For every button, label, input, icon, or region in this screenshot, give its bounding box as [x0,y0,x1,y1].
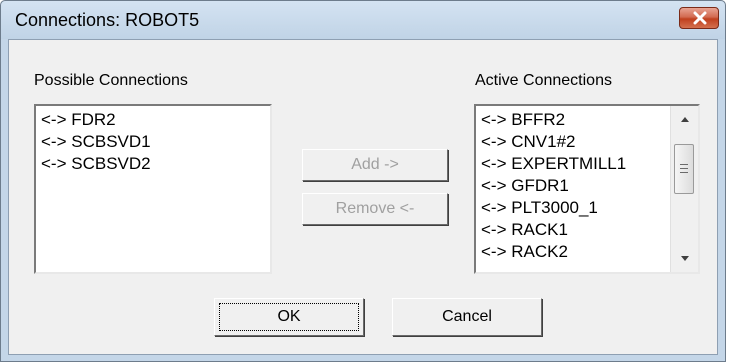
cancel-button[interactable]: Cancel [392,298,542,336]
cancel-button-label: Cancel [442,308,492,325]
possible-connections-list[interactable]: <-> FDR2 <-> SCBSVD1 <-> SCBSVD2 [34,104,272,274]
scroll-up-button[interactable] [671,106,698,132]
scroll-up-icon [680,117,689,122]
window-title: Connections: ROBOT5 [15,10,200,30]
list-item[interactable]: <-> RACK1 [481,219,698,241]
list-item[interactable]: <-> FDR2 [41,109,270,131]
ok-button[interactable]: OK [214,298,364,336]
close-button[interactable] [679,7,719,29]
list-item[interactable]: <-> SCBSVD1 [41,131,270,153]
connections-dialog: Connections: ROBOT5 Possible Connections… [0,0,726,362]
scroll-down-icon [680,256,689,261]
remove-button-label: Remove <- [335,200,415,217]
scroll-down-button[interactable] [671,246,698,272]
remove-button[interactable]: Remove <- [302,193,448,225]
dialog-client-area: Possible Connections <-> FDR2 <-> SCBSVD… [8,39,718,355]
ok-button-label: OK [277,308,301,325]
list-item[interactable]: <-> GFDR1 [481,175,698,197]
active-connections-list[interactable]: <-> BFFR2 <-> CNV1#2 <-> EXPERTMILL1 <->… [474,104,700,274]
list-item[interactable]: <-> EXPERTMILL1 [481,153,698,175]
list-item[interactable]: <-> SCBSVD2 [41,153,270,175]
title-bar[interactable]: Connections: ROBOT5 [1,1,725,39]
possible-connections-label: Possible Connections [34,72,188,89]
list-item[interactable]: <-> BFFR2 [481,109,698,131]
add-button[interactable]: Add -> [302,149,448,181]
close-icon [693,11,707,25]
list-item[interactable]: <-> CNV1#2 [481,131,698,153]
list-item[interactable]: <-> RACK2 [481,241,698,263]
add-button-label: Add -> [351,156,399,173]
scroll-thumb[interactable] [674,144,694,194]
vertical-scrollbar[interactable] [670,106,698,272]
active-connections-label: Active Connections [475,72,612,89]
list-item[interactable]: <-> PLT3000_1 [481,197,698,219]
